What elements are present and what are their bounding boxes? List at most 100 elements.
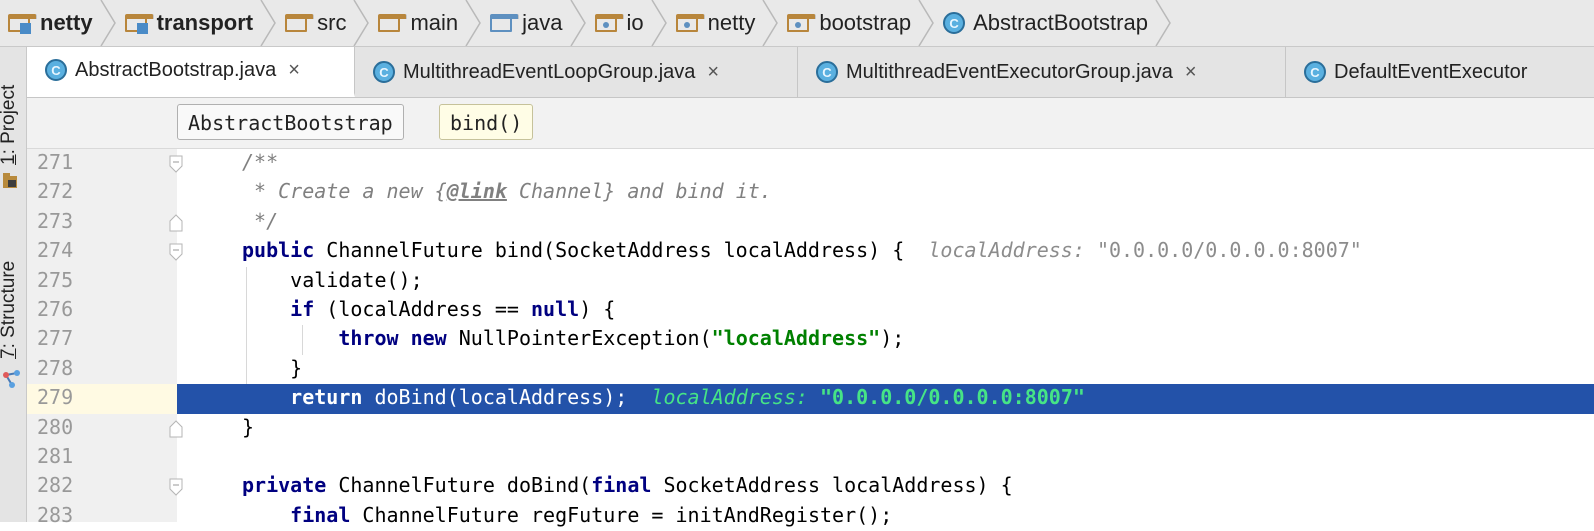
fold-marker-icon[interactable] xyxy=(168,242,184,262)
code-line: 271 /** xyxy=(27,149,1594,178)
package-icon xyxy=(675,14,705,32)
comment-text: * Create a new { xyxy=(242,179,447,204)
debug-inline-value: "0.0.0.0/0.0.0.0:8007" xyxy=(820,385,1085,410)
line-number: 280 xyxy=(37,414,74,439)
code-line: 283 final ChannelFuture regFuture = init… xyxy=(27,502,1594,531)
class-icon: C xyxy=(373,61,395,83)
code-text: throw new NullPointerException("localAdd… xyxy=(242,326,904,350)
package-icon xyxy=(787,14,817,32)
close-icon[interactable]: × xyxy=(288,59,300,82)
line-number: 277 xyxy=(37,326,74,351)
breadcrumb-item-src[interactable]: src xyxy=(279,0,372,46)
code-fragment: ) { xyxy=(579,297,616,321)
close-icon[interactable]: × xyxy=(1185,61,1197,84)
breadcrumb-item-main[interactable]: main xyxy=(372,0,484,46)
breadcrumb-label: AbstractBootstrap xyxy=(973,10,1148,35)
tool-window-stripe: 1: Project 7: Structure xyxy=(0,47,27,522)
breadcrumb-item-transport[interactable]: transport xyxy=(119,0,280,46)
close-icon[interactable]: × xyxy=(707,61,719,84)
code-text: /** xyxy=(242,150,279,174)
keyword: new xyxy=(410,326,447,351)
breadcrumb-item-netty[interactable]: netty xyxy=(0,0,119,46)
fold-marker-icon[interactable] xyxy=(168,154,184,174)
tab-defaulteventexecutor[interactable]: C DefaultEventExecutor xyxy=(1286,47,1594,97)
breadcrumb-item-java[interactable]: java xyxy=(484,0,588,46)
breadcrumb-label: java xyxy=(522,10,563,35)
fold-end-marker-icon[interactable] xyxy=(168,213,184,233)
method-crumb[interactable]: bind() xyxy=(439,104,534,140)
code-text: * Create a new {@link Channel} and bind … xyxy=(242,179,772,203)
breadcrumb-item-io[interactable]: io xyxy=(589,0,670,46)
line-number: 278 xyxy=(37,355,74,380)
code-line: 275 validate(); xyxy=(27,267,1594,296)
class-icon: C xyxy=(1304,61,1326,83)
code-line: 273 */ xyxy=(27,208,1594,237)
breadcrumb-label: io xyxy=(626,10,644,35)
tab-multithreadeventloopgroup-java[interactable]: C MultithreadEventLoopGroup.java × xyxy=(355,47,798,97)
breadcrumb-separator-icon xyxy=(762,0,779,46)
breadcrumb-separator-icon xyxy=(99,0,116,46)
folder-icon xyxy=(378,14,408,32)
execution-point-line: 279 return doBind(localAddress); localAd… xyxy=(27,384,1594,414)
breadcrumb-item-abstractbootstrap[interactable]: C AbstractBootstrap xyxy=(937,0,1174,46)
code-line: 280 } xyxy=(27,414,1594,443)
structure-icon xyxy=(3,370,20,388)
debug-inline-hint: localAddress: xyxy=(651,385,820,410)
code-line: 278 } xyxy=(27,355,1594,384)
tab-abstractbootstrap-java[interactable]: C AbstractBootstrap.java × xyxy=(27,47,355,97)
code-fragment: ChannelFuture doBind( xyxy=(326,473,592,498)
tab-label: AbstractBootstrap.java xyxy=(75,58,277,81)
module-folder-icon xyxy=(8,14,37,34)
breadcrumb-separator-icon xyxy=(353,0,370,46)
breadcrumb-label: transport xyxy=(156,10,254,35)
code-line: 272 * Create a new {@link Channel} and b… xyxy=(27,178,1594,207)
breadcrumb-item-netty-package[interactable]: netty xyxy=(670,0,782,46)
code-fragment: NullPointerException( xyxy=(446,326,712,351)
tab-multithreadeventexecutorgroup-java[interactable]: C MultithreadEventExecutorGroup.java × xyxy=(798,47,1286,97)
fold-end-marker-icon[interactable] xyxy=(168,419,184,439)
debug-inline-value: "0.0.0.0/0.0.0.0:8007" xyxy=(1096,238,1362,263)
line-number: 283 xyxy=(37,502,74,527)
code-fragment: ); xyxy=(880,326,905,351)
fold-marker-icon[interactable] xyxy=(168,477,184,497)
tab-label: MultithreadEventLoopGroup.java xyxy=(403,60,696,83)
code-editor[interactable]: 271 /** 272 * Create a new {@link Channe… xyxy=(27,149,1594,527)
project-tool-window-button[interactable]: 1: Project xyxy=(0,85,20,165)
tab-label: MultithreadEventExecutorGroup.java xyxy=(846,60,1173,83)
structure-tool-window-button[interactable]: 7: Structure xyxy=(0,261,20,359)
code-text: if (localAddress == null) { xyxy=(242,297,615,321)
debug-inline-hint: localAddress: xyxy=(928,238,1097,263)
class-crumb[interactable]: AbstractBootstrap xyxy=(177,104,404,140)
code-text: */ xyxy=(242,208,279,233)
code-line: 281 xyxy=(27,443,1594,472)
keyword: public xyxy=(242,238,315,263)
class-icon: C xyxy=(816,61,838,83)
breadcrumb-label: main xyxy=(410,10,459,35)
breadcrumb-item-bootstrap[interactable]: bootstrap xyxy=(781,0,937,46)
line-number: 274 xyxy=(37,238,74,263)
keyword: return xyxy=(290,385,363,410)
line-number: 272 xyxy=(37,179,74,204)
string-literal: "localAddress" xyxy=(711,326,881,351)
keyword: null xyxy=(531,297,580,321)
breadcrumb-separator-icon xyxy=(260,0,277,46)
line-number: 273 xyxy=(37,208,74,233)
breadcrumb-separator-icon xyxy=(650,0,667,46)
editor-tab-bar: C AbstractBootstrap.java × C Multithread… xyxy=(27,47,1594,98)
line-number: 276 xyxy=(37,297,74,321)
tab-label: DefaultEventExecutor xyxy=(1334,60,1528,83)
code-line: 282 private ChannelFuture doBind(final S… xyxy=(27,472,1594,501)
line-number: 275 xyxy=(37,267,74,292)
code-fragment: (localAddress == xyxy=(314,297,532,321)
breadcrumb-separator-icon xyxy=(1155,0,1171,46)
code-text: validate(); xyxy=(242,267,423,292)
keyword: private xyxy=(242,473,327,498)
source-folder-icon xyxy=(490,14,520,32)
breadcrumb-label: bootstrap xyxy=(819,10,912,35)
navigation-breadcrumb: netty transport src main java io netty b… xyxy=(0,0,1594,47)
code-line: 274 public ChannelFuture bind(SocketAddr… xyxy=(27,237,1594,266)
